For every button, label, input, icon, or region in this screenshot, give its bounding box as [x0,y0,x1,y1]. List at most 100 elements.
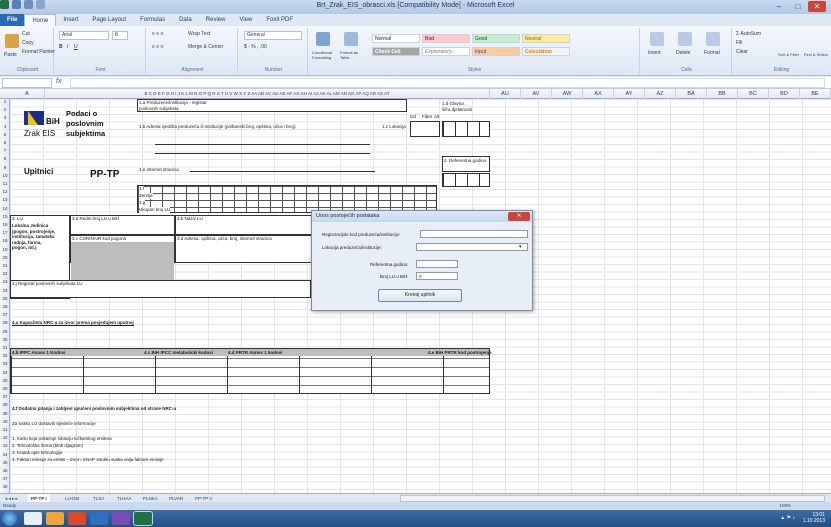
app-icon[interactable] [112,512,130,525]
row-header[interactable]: 45 [0,460,10,465]
tab-page-layout[interactable]: Page Layout [85,14,133,26]
row-header[interactable]: 16 [0,222,10,227]
address-line-2[interactable] [155,153,370,154]
row-header[interactable]: 44 [0,452,10,457]
style-neutral[interactable]: Neutral [522,34,570,43]
italic-button[interactable]: I [67,44,68,50]
row-header[interactable]: 10 [0,173,10,178]
row-header[interactable]: 25 [0,296,10,301]
tab-data[interactable]: Data [172,14,199,26]
insert-cells-icon[interactable] [650,32,664,46]
dialog-close-button[interactable]: ✕ [508,212,530,221]
zoom-level[interactable]: 100% [779,502,791,510]
col-header[interactable]: B C D E F G H I J K L M N O P Q R S T U … [45,89,490,99]
style-bad[interactable]: Bad [422,34,470,43]
name-box[interactable] [2,78,52,88]
row-header[interactable]: 43 [0,443,10,448]
formula-input[interactable] [70,78,825,88]
row-header[interactable]: 20 [0,255,10,260]
col-header[interactable]: AV [521,89,552,99]
row-header[interactable]: 37 [0,394,10,399]
row-header[interactable]: 42 [0,435,10,440]
format-as-table-button[interactable]: Format as Table [340,50,364,60]
media-player-icon[interactable] [68,512,86,525]
tab-formulas[interactable]: Formulas [133,14,172,26]
col-header[interactable]: BA [676,89,707,99]
style-check-cell[interactable]: Check Cell [372,47,420,56]
style-input[interactable]: Input [472,47,520,56]
number-format-select[interactable]: General [244,31,302,40]
tab-file[interactable]: File [0,14,25,26]
delete-cells-icon[interactable] [678,32,692,46]
row-header[interactable]: 33 [0,361,10,366]
row-header[interactable]: 9 [0,165,10,170]
sort-filter-button[interactable]: Sort & Filter [778,52,802,57]
row-header[interactable]: 31 [0,345,10,350]
cut-button[interactable]: Cut [22,31,30,37]
merge-center-button[interactable]: Merge & Center [188,44,223,50]
format-cells-button[interactable]: Format [704,50,720,56]
format-as-table-icon[interactable] [344,32,358,46]
style-explanatory[interactable]: Explanatory... [422,47,470,56]
col-header[interactable]: A [10,89,45,99]
row-header[interactable]: 12 [0,189,10,194]
internet-line[interactable] [190,171,375,172]
address-line-1[interactable] [155,144,370,145]
col-header[interactable]: AW [552,89,583,99]
registration-code-input[interactable] [420,230,528,238]
font-size-select[interactable]: 8 [112,31,128,40]
field-2-year[interactable] [442,173,490,187]
clock[interactable]: 13:01 1.10.2013 [803,512,825,524]
chevron-down-icon[interactable]: ▾ [519,244,522,250]
row-header[interactable]: 6 [0,140,10,145]
style-calculation[interactable]: Calculation [522,47,570,56]
reference-year-input[interactable] [416,260,458,268]
tab-review[interactable]: Review [199,14,233,26]
insert-cells-button[interactable]: Insert [648,50,661,56]
style-normal[interactable]: Normal [372,34,420,43]
row-header[interactable]: 48 [0,484,10,489]
explorer-icon[interactable] [24,512,42,525]
close-window-button[interactable]: ✕ [808,1,826,12]
row-header[interactable]: 24 [0,288,10,293]
tab-insert[interactable]: Insert [56,14,85,26]
row-header[interactable]: 38 [0,402,10,407]
row-header[interactable]: 21 [0,263,10,268]
row-header[interactable]: 35 [0,378,10,383]
word-icon[interactable] [90,512,108,525]
row-header[interactable]: 32 [0,353,10,358]
paste-icon[interactable] [5,34,19,48]
row-header[interactable]: 15 [0,214,10,219]
horizontal-scrollbar[interactable] [400,495,825,502]
row-header[interactable]: 11 [0,181,10,186]
row-header[interactable]: 34 [0,370,10,375]
row-header[interactable]: 18 [0,238,10,243]
lu-count-input[interactable]: 0 [416,272,458,280]
excel-taskbar-icon[interactable] [133,511,153,526]
field-1d[interactable] [442,121,490,137]
maximize-button[interactable]: □ [789,1,807,12]
row-header[interactable]: 36 [0,386,10,391]
col-header[interactable]: BE [800,89,831,99]
wrap-text-button[interactable]: Wrap Text [188,31,210,37]
style-good[interactable]: Good [472,34,520,43]
col-header[interactable]: AX [583,89,614,99]
row-header[interactable]: 30 [0,337,10,342]
row-header[interactable]: 40 [0,419,10,424]
row-header[interactable]: 5 [0,132,10,137]
row-header[interactable]: 8 [0,156,10,161]
col-header[interactable]: AY [614,89,645,99]
row-header[interactable]: 22 [0,271,10,276]
tab-foxit-pdf[interactable]: Foxit PDF [259,14,300,26]
underline-button[interactable]: U [74,44,78,50]
row-header[interactable]: 41 [0,427,10,432]
row-header[interactable]: 27 [0,312,10,317]
location-select[interactable] [416,243,528,251]
row-header[interactable]: 26 [0,304,10,309]
row-header[interactable]: 3 [0,115,10,120]
row-header[interactable]: 39 [0,411,10,416]
row-header[interactable]: 13 [0,197,10,202]
row-header[interactable]: 28 [0,320,10,325]
delete-cells-button[interactable]: Delete [676,50,690,56]
field-1c[interactable] [410,121,440,137]
